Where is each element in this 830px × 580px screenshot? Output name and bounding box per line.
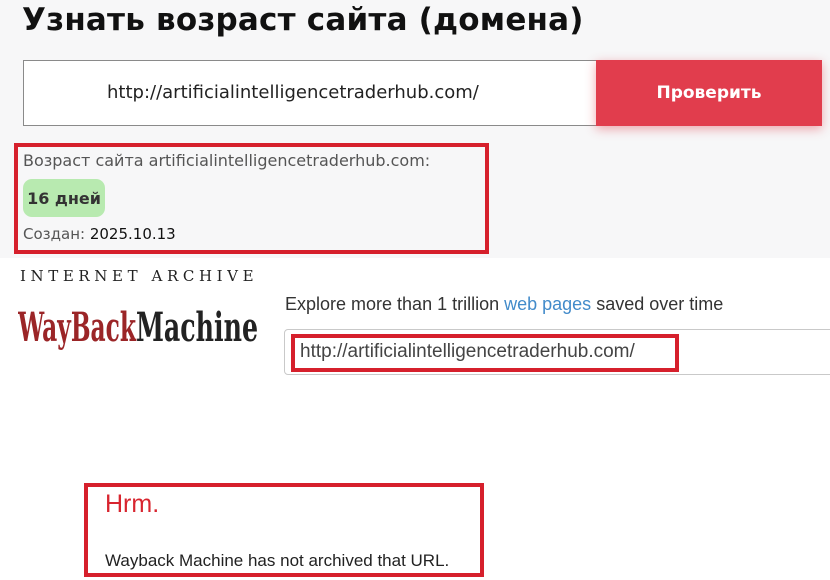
wayback-machine-logo[interactable]: WayBack Machine [18,288,260,354]
created-date-line: Создан: 2025.10.13 [23,225,176,243]
page-title: Узнать возраст сайта (домена) [22,2,584,38]
error-title: Hrm. [105,490,160,518]
logo-wayback-text: WayBack [18,304,137,351]
explore-text-after: saved over time [591,294,724,314]
wayback-url-value: http://artificialintelligencetraderhub.c… [300,341,635,362]
domain-url-input[interactable]: http://artificialintelligencetraderhub.c… [23,60,599,126]
created-label: Создан: [23,225,86,243]
logo-machine-text: Machine [136,304,258,351]
check-button[interactable]: Проверить [596,60,822,126]
error-message: Wayback Machine has not archived that UR… [105,551,450,570]
site-age-badge: 16 дней [23,179,105,217]
created-date: 2025.10.13 [89,225,176,243]
site-age-label: Возраст сайта artificialintelligencetrad… [23,151,431,170]
explore-text-before: Explore more than 1 trillion [285,294,505,314]
domain-url-value: http://artificialintelligencetraderhub.c… [107,82,479,103]
web-pages-link[interactable]: web pages [504,294,591,314]
internet-archive-label: INTERNET ARCHIVE [20,267,259,285]
explore-tagline: Explore more than 1 trillion web pages s… [285,294,723,315]
